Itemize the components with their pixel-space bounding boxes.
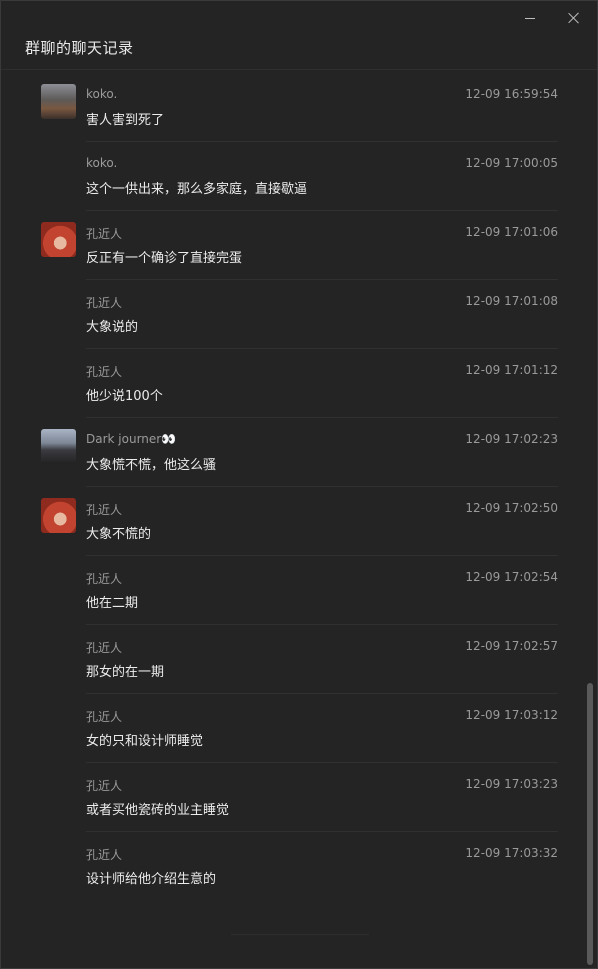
message-timestamp: 12-09 17:01:08 (465, 294, 558, 308)
sender-name: 孔近人 (86, 641, 123, 655)
avatar[interactable] (41, 84, 76, 119)
message-item[interactable]: koko. 12-09 17:00:05 这个一供出来，那么多家庭，直接歇逼 (1, 142, 581, 211)
chat-history-window: 群聊的聊天记录 koko. 12-09 16:59:54 害人害到死了 koko. 12… (0, 0, 598, 969)
message-item[interactable]: 孔近人 12-09 17:01:06 反正有一个确诊了直接完蛋 (1, 211, 581, 280)
sender-name: 孔近人 (86, 710, 123, 724)
message-item[interactable]: koko. 12-09 16:59:54 害人害到死了 (1, 73, 581, 142)
message-timestamp: 12-09 17:03:23 (465, 777, 558, 791)
message-text: 那女的在一期 (86, 665, 165, 680)
sender-name: koko. (86, 156, 118, 170)
message-text: 反正有一个确诊了直接完蛋 (86, 251, 243, 266)
message-item[interactable]: 孔近人 12-09 17:02:54 他在二期 (1, 556, 581, 625)
sender-name: 孔近人 (86, 503, 123, 517)
header-divider (1, 69, 597, 70)
message-item[interactable]: 孔近人 12-09 17:03:32 设计师给他介绍生意的 (1, 832, 581, 901)
message-timestamp: 12-09 17:02:50 (465, 501, 558, 515)
message-text: 大象不慌的 (86, 527, 152, 542)
sender-name: 孔近人 (86, 227, 123, 241)
message-text: 女的只和设计师睡觉 (86, 734, 204, 749)
sender-name: 孔近人 (86, 365, 123, 379)
message-item[interactable]: 孔近人 12-09 17:01:12 他少说100个 (1, 349, 581, 418)
message-timestamp: 12-09 17:00:05 (465, 156, 558, 170)
scrollbar[interactable] (587, 683, 593, 965)
sender-name: 孔近人 (86, 296, 123, 310)
message-item[interactable]: 孔近人 12-09 17:02:57 那女的在一期 (1, 625, 581, 694)
sender-name: 孔近人 (86, 848, 123, 862)
message-timestamp: 12-09 17:01:06 (465, 225, 558, 239)
minimize-icon (525, 17, 535, 19)
message-timestamp: 12-09 16:59:54 (465, 87, 558, 101)
message-item[interactable]: Dark journer👀 12-09 17:02:23 大象慌不慌，他这么骚 (1, 418, 581, 487)
message-item[interactable]: 孔近人 12-09 17:03:12 女的只和设计师睡觉 (1, 694, 581, 763)
sender-name: 孔近人 (86, 779, 123, 793)
avatar[interactable] (41, 222, 76, 257)
message-item[interactable]: 孔近人 12-09 17:02:50 大象不慌的 (1, 487, 581, 556)
sender-name: 孔近人 (86, 572, 123, 586)
minimize-button[interactable] (515, 7, 545, 29)
message-item[interactable]: 孔近人 12-09 17:01:08 大象说的 (1, 280, 581, 349)
close-button[interactable] (559, 7, 589, 29)
avatar[interactable] (41, 429, 76, 464)
message-text: 或者买他瓷砖的业主睡觉 (86, 803, 230, 818)
message-text: 害人害到死了 (86, 113, 165, 128)
message-text: 这个一供出来，那么多家庭，直接歇逼 (86, 182, 308, 197)
message-timestamp: 12-09 17:03:12 (465, 708, 558, 722)
sender-name: Dark journer👀 (86, 432, 177, 446)
list-end-divider (231, 934, 369, 935)
window-title: 群聊的聊天记录 (25, 39, 134, 57)
close-icon (568, 12, 580, 24)
message-text: 大象说的 (86, 320, 139, 335)
message-timestamp: 12-09 17:02:23 (465, 432, 558, 446)
message-timestamp: 12-09 17:03:32 (465, 846, 558, 860)
message-list[interactable]: koko. 12-09 16:59:54 害人害到死了 koko. 12-09 17:0… (1, 73, 581, 901)
message-text: 他在二期 (86, 596, 139, 611)
message-text: 他少说100个 (86, 389, 163, 404)
message-text: 设计师给他介绍生意的 (86, 872, 217, 887)
avatar[interactable] (41, 498, 76, 533)
message-timestamp: 12-09 17:01:12 (465, 363, 558, 377)
sender-name: koko. (86, 87, 118, 101)
message-text: 大象慌不慌，他这么骚 (86, 458, 217, 473)
message-item[interactable]: 孔近人 12-09 17:03:23 或者买他瓷砖的业主睡觉 (1, 763, 581, 832)
message-timestamp: 12-09 17:02:54 (465, 570, 558, 584)
message-timestamp: 12-09 17:02:57 (465, 639, 558, 653)
